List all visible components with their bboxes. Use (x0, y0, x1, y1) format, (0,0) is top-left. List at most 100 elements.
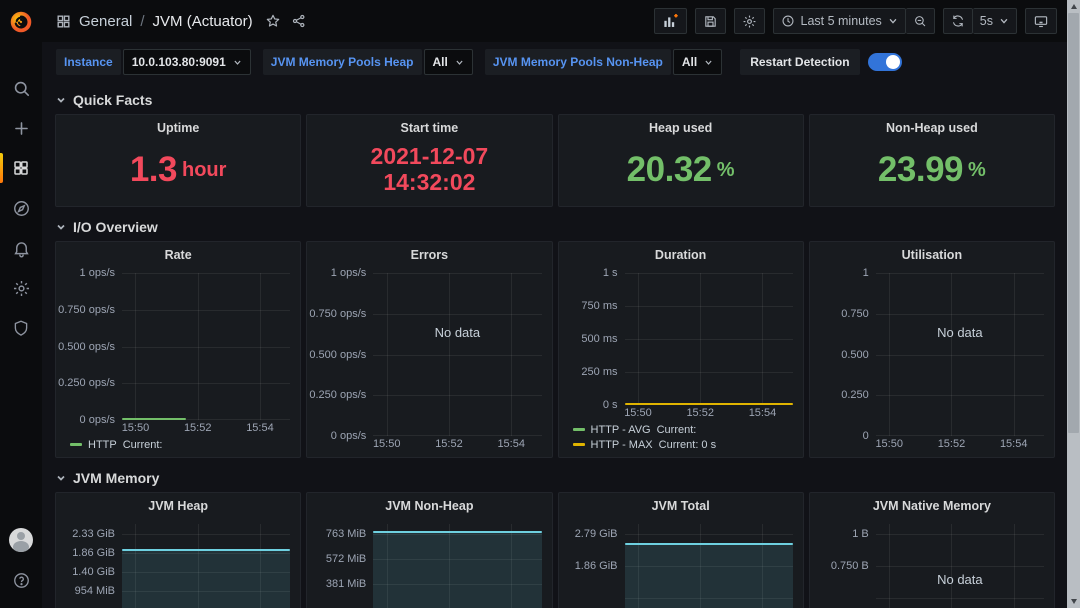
plot-area[interactable] (625, 273, 793, 405)
restart-detection-label: Restart Detection (740, 49, 859, 75)
help-icon[interactable] (0, 560, 42, 600)
add-panel-button[interactable] (654, 8, 687, 34)
share-icon[interactable] (291, 13, 307, 29)
y-tick-label: 0.500 ops/s (309, 349, 366, 361)
section-quick-facts[interactable]: Quick Facts (55, 88, 1055, 112)
y-tick-label: 1.40 GiB (72, 566, 115, 578)
panel-title[interactable]: JVM Heap (56, 493, 300, 518)
plot-area[interactable]: No data (876, 524, 1044, 608)
y-tick-label: 0 ops/s (331, 430, 366, 442)
panel-title[interactable]: Rate (56, 242, 300, 267)
panel-title[interactable]: Heap used (559, 115, 803, 140)
y-axis: 1 B0.750 B (814, 524, 876, 608)
legend-item[interactable]: HTTP - AVGCurrent: (573, 422, 793, 437)
dashboard-title[interactable]: JVM (Actuator) (153, 13, 253, 30)
chevron-down-icon (704, 58, 713, 67)
legend-item[interactable]: HTTPCurrent: (70, 437, 290, 452)
panel-title[interactable]: JVM Total (559, 493, 803, 518)
plot-area[interactable] (373, 524, 541, 608)
y-axis: 1 ops/s0.750 ops/s0.500 ops/s0.250 ops/s… (311, 273, 373, 436)
panel-title[interactable]: Utilisation (810, 242, 1054, 267)
section-io-overview[interactable]: I/O Overview (55, 215, 1055, 239)
section-title: Quick Facts (73, 92, 152, 108)
gridline (373, 355, 541, 356)
explore-compass-icon[interactable] (0, 188, 42, 228)
panel-title[interactable]: Uptime (56, 115, 300, 140)
refresh-interval-picker[interactable]: 5s (973, 8, 1017, 34)
y-tick-label: 1.86 GiB (72, 547, 115, 559)
y-axis: 2.79 GiB1.86 GiB (563, 524, 625, 608)
search-icon[interactable] (0, 68, 42, 108)
variable-heap-pools-label: JVM Memory Pools Heap (263, 49, 422, 75)
user-avatar[interactable] (0, 520, 42, 560)
series-line (373, 531, 541, 533)
server-admin-shield-icon[interactable] (0, 308, 42, 348)
panel-title[interactable]: Errors (307, 242, 551, 267)
dashboards-icon[interactable] (0, 148, 42, 188)
panel-title[interactable]: Start time (307, 115, 551, 140)
legend-item[interactable]: HTTP - MAXCurrent: 0 s (573, 437, 793, 452)
no-data-text: No data (876, 572, 1044, 587)
y-tick-label: 0 (863, 430, 869, 442)
panel-title[interactable]: JVM Non-Heap (307, 493, 551, 518)
y-tick-label: 0.500 ops/s (58, 341, 115, 353)
panel-title[interactable]: JVM Native Memory (810, 493, 1054, 518)
scrollbar-thumb[interactable] (1068, 13, 1079, 433)
restart-detection-toggle[interactable] (868, 53, 902, 71)
section-jvm-memory[interactable]: JVM Memory (55, 466, 1055, 490)
legend-swatch (573, 428, 585, 431)
scrollbar-up-arrow[interactable] (1067, 0, 1080, 13)
variable-nonheap-pools-value[interactable]: All (673, 49, 722, 75)
variable-nonheap-pools: JVM Memory Pools Non-Heap All (485, 49, 722, 75)
zoom-out-time-button[interactable] (906, 8, 935, 34)
chevron-down-icon (233, 58, 242, 67)
grafana-logo[interactable] (0, 0, 42, 44)
plot-area[interactable] (625, 524, 793, 608)
plot-area[interactable]: No data (876, 273, 1044, 436)
x-tick-label: 15:52 (184, 422, 212, 434)
configuration-gear-icon[interactable] (0, 268, 42, 308)
variable-instance-value[interactable]: 10.0.103.80:9091 (123, 49, 251, 75)
alerting-bell-icon[interactable] (0, 228, 42, 268)
x-tick-label: 15:54 (497, 438, 525, 450)
plot-area[interactable]: No data (373, 273, 541, 436)
time-range-picker[interactable]: Last 5 minutes (773, 8, 906, 34)
no-data-text: No data (373, 325, 541, 340)
gridline (876, 566, 1044, 567)
y-tick-label: 2.79 GiB (575, 528, 618, 540)
refresh-button[interactable] (943, 8, 973, 34)
window-scrollbar[interactable] (1067, 0, 1080, 608)
graph-panel-rate: Rate 1 ops/s0.750 ops/s0.500 ops/s0.250 o… (55, 241, 301, 458)
jvm-memory-row: JVM Heap2.33 GiB1.86 GiB1.40 GiB954 MiBJ… (55, 492, 1055, 608)
series-fill (122, 549, 290, 608)
star-icon[interactable] (265, 13, 281, 29)
create-plus-icon[interactable] (0, 108, 42, 148)
panel-title[interactable]: Non-Heap used (810, 115, 1054, 140)
chevron-down-icon (55, 472, 67, 484)
stat-value-area: 2021-12-0714:32:02 (307, 140, 551, 206)
header-toolbar: Last 5 minutes 5s (654, 8, 1058, 34)
gridline (951, 273, 952, 436)
legend-swatch (70, 443, 82, 446)
chart-jvm-non-heap: 763 MiB572 MiB381 MiB (307, 518, 551, 608)
gridline (260, 273, 261, 420)
tv-mode-button[interactable] (1025, 8, 1057, 34)
y-tick-label: 1 (863, 267, 869, 279)
panel-title[interactable]: Duration (559, 242, 803, 267)
scrollbar-down-arrow[interactable] (1067, 595, 1080, 608)
plot-wrap: 763 MiB572 MiB381 MiB (311, 524, 541, 608)
x-tick-label: 15:50 (624, 407, 652, 419)
variable-heap-pools-value[interactable]: All (424, 49, 473, 75)
plot-wrap: 1 ops/s0.750 ops/s0.500 ops/s0.250 ops/s… (60, 273, 290, 420)
gridline (135, 273, 136, 420)
plot-area[interactable] (122, 273, 290, 420)
dashboard-settings-button[interactable] (734, 8, 765, 34)
plot-area[interactable] (122, 524, 290, 608)
save-dashboard-button[interactable] (695, 8, 726, 34)
x-tick-label: 15:50 (875, 438, 903, 450)
series-fill (373, 531, 541, 608)
refresh-icon (951, 14, 965, 28)
x-axis: 15:5015:5215:54 (625, 405, 793, 421)
breadcrumb-folder[interactable]: General (79, 13, 132, 30)
stat-panel-uptime: Uptime1.3hour (55, 114, 301, 207)
